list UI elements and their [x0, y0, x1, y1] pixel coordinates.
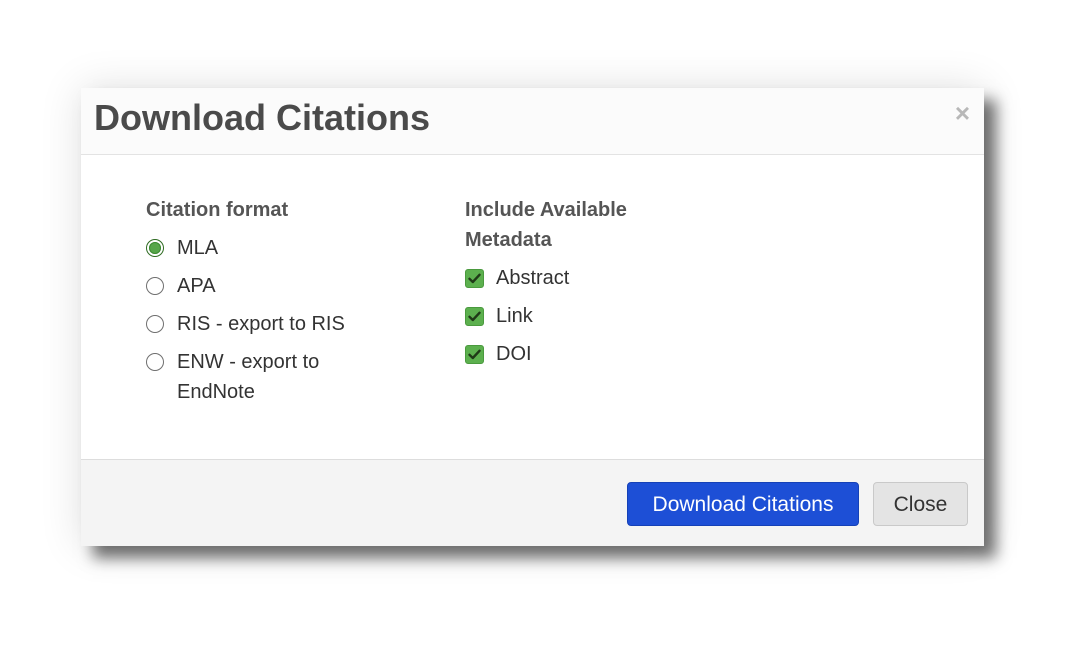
checkbox-option-doi[interactable]: DOI: [465, 339, 715, 369]
radio-option-label: ENW - export to EndNote: [177, 351, 320, 403]
checkbox-option-abstract[interactable]: Abstract: [465, 263, 715, 293]
checkbox-checked-icon[interactable]: [465, 269, 484, 288]
checkmark-icon: [468, 311, 481, 322]
checkbox-option-link[interactable]: Link: [465, 301, 715, 331]
radio-option-mla[interactable]: MLA: [146, 233, 396, 263]
radio-option-enw[interactable]: ENW - export to EndNote: [146, 347, 377, 407]
radio-unchecked-icon[interactable]: [146, 353, 164, 371]
checkbox-option-label: Abstract: [496, 267, 570, 289]
radio-checked-icon[interactable]: [146, 239, 164, 257]
checkmark-icon: [468, 273, 481, 284]
dialog-header: Download Citations ×: [81, 88, 984, 155]
checkbox-option-label: DOI: [496, 343, 532, 365]
download-citations-button[interactable]: Download Citations: [627, 482, 859, 526]
radio-option-label: APA: [177, 275, 216, 297]
radio-option-apa[interactable]: APA: [146, 271, 396, 301]
download-citations-dialog: Download Citations × Citation format MLA…: [81, 88, 984, 546]
checkbox-option-label: Link: [496, 305, 533, 327]
citation-format-label: Citation format: [146, 199, 289, 221]
radio-unchecked-icon[interactable]: [146, 277, 164, 295]
close-icon[interactable]: ×: [955, 100, 970, 126]
radio-unchecked-icon[interactable]: [146, 315, 164, 333]
dialog-title: Download Citations: [94, 97, 430, 138]
dialog-footer: Download Citations Close: [81, 459, 984, 546]
dialog-body: Citation format MLA APA RIS - export to …: [81, 155, 984, 459]
close-button[interactable]: Close: [873, 482, 968, 526]
metadata-group: Include Available Metadata Abstract Link: [465, 195, 715, 377]
page-background: Download Citations × Citation format MLA…: [0, 0, 1091, 649]
radio-option-label: RIS - export to RIS: [177, 313, 345, 335]
checkbox-checked-icon[interactable]: [465, 307, 484, 326]
radio-option-label: MLA: [177, 237, 219, 259]
checkbox-checked-icon[interactable]: [465, 345, 484, 364]
citation-format-group: Citation format MLA APA RIS - export to …: [146, 195, 396, 415]
checkmark-icon: [468, 349, 481, 360]
metadata-label: Include Available Metadata: [465, 199, 627, 251]
radio-option-ris[interactable]: RIS - export to RIS: [146, 309, 396, 339]
